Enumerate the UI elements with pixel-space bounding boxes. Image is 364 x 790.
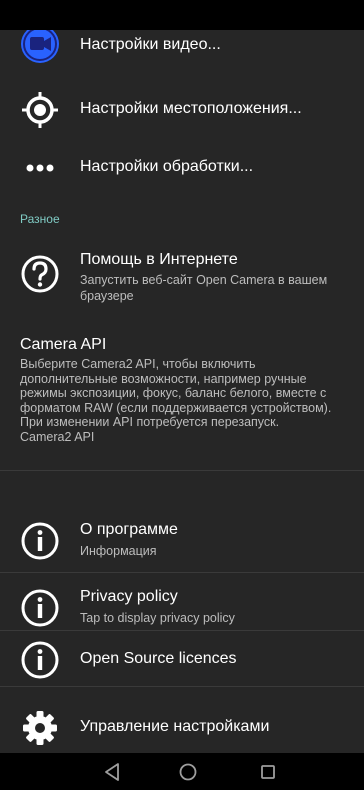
misc-section-header: Разное	[20, 212, 60, 226]
more-dots-icon	[20, 148, 60, 188]
location-settings-item[interactable]: Настройки местоположения...	[0, 82, 364, 138]
open-source-licences-item[interactable]: Open Source licences	[0, 634, 364, 686]
camera-api-summary: Выберите Camera2 API, чтобы включить доп…	[20, 357, 332, 429]
video-settings-title: Настройки видео...	[80, 36, 221, 53]
settings-list[interactable]: Настройки видео... Настройки местоположе…	[0, 30, 364, 753]
camera-api-item[interactable]: Camera API Выберите Camera2 API, чтобы в…	[0, 328, 364, 466]
back-triangle-icon[interactable]	[92, 757, 132, 787]
privacy-policy-title: Privacy policy	[80, 588, 178, 605]
info-circle-icon	[20, 640, 60, 680]
about-item[interactable]: О программе Информация	[0, 511, 364, 575]
info-circle-icon	[20, 521, 60, 561]
online-help-title: Помощь в Интернете	[80, 251, 238, 268]
divider	[0, 470, 364, 471]
about-title: О программе	[80, 521, 178, 538]
gear-icon	[20, 708, 60, 748]
open-source-licences-title: Open Source licences	[80, 650, 237, 667]
video-camera-icon	[20, 30, 60, 64]
camera-api-title: Camera API	[20, 336, 107, 353]
processing-settings-item[interactable]: Настройки обработки...	[0, 140, 364, 196]
recents-square-icon[interactable]	[248, 757, 288, 787]
manage-settings-title: Управление настройками	[80, 718, 270, 735]
info-circle-icon	[20, 588, 60, 628]
privacy-policy-summary: Tap to display privacy policy	[80, 611, 235, 625]
privacy-policy-item[interactable]: Privacy policy Tap to display privacy po…	[0, 575, 364, 631]
location-target-icon	[20, 90, 60, 130]
online-help-item[interactable]: Помощь в Интернете Запустить веб-сайт Op…	[0, 238, 364, 308]
camera-api-value: Camera2 API	[20, 430, 95, 444]
divider	[0, 686, 364, 687]
processing-settings-title: Настройки обработки...	[80, 158, 254, 175]
navigation-bar	[0, 753, 364, 790]
divider	[0, 630, 364, 631]
help-circle-icon	[20, 254, 60, 294]
video-settings-item[interactable]: Настройки видео...	[0, 30, 364, 70]
online-help-summary: Запустить веб-сайт Open Camera в вашем б…	[80, 273, 328, 303]
about-summary: Информация	[80, 544, 157, 558]
divider	[0, 572, 364, 573]
location-settings-title: Настройки местоположения...	[80, 100, 302, 117]
home-circle-icon[interactable]	[168, 757, 208, 787]
manage-settings-item[interactable]: Управление настройками	[0, 706, 364, 753]
status-bar	[0, 0, 364, 30]
